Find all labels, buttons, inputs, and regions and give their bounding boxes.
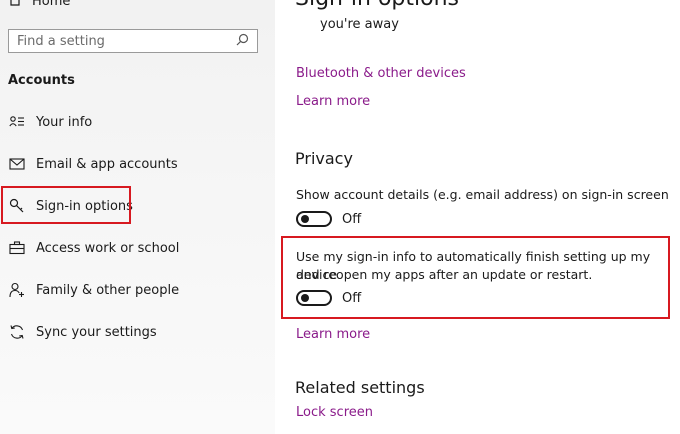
privacy-learn-more-link[interactable]: Learn more [296,327,370,342]
use-signin-highlight [281,236,670,319]
person-add-icon [8,281,26,299]
bluetooth-devices-link[interactable]: Bluetooth & other devices [296,66,466,81]
sidebar-item-your-info[interactable]: Your info [0,107,92,137]
search-icon [236,33,249,50]
sidebar-item-label: Email & app accounts [36,156,178,172]
sidebar-item-label: Access work or school [36,240,180,256]
related-settings-heading: Related settings [295,378,425,397]
mail-icon [8,155,26,173]
home-nav[interactable]: Home [8,0,70,10]
sidebar-item-family[interactable]: Family & other people [0,275,179,305]
sidebar-item-sync[interactable]: Sync your settings [0,317,157,347]
show-details-toggle[interactable] [296,211,332,227]
home-label: Home [32,0,71,9]
show-details-toggle-row: Off [296,211,361,227]
section-title: Accounts [8,73,75,88]
sidebar-item-label: Family & other people [36,282,180,298]
sidebar: Home Find a setting Accounts Your info E… [0,0,275,434]
home-icon [8,0,22,10]
away-text: you're away [320,17,399,32]
sign-in-options-highlight [1,186,131,224]
sidebar-item-label: Your info [36,114,93,130]
sync-icon [8,323,26,341]
lock-screen-link[interactable]: Lock screen [296,405,373,420]
page-title: Sign-in options [295,0,459,11]
sidebar-item-label: Sync your settings [36,324,157,340]
search-placeholder: Find a setting [17,33,105,49]
toggle-state: Off [342,211,362,227]
learn-more-link[interactable]: Learn more [296,94,370,109]
briefcase-icon [8,239,26,257]
search-input[interactable]: Find a setting [8,29,258,53]
person-list-icon [8,113,26,131]
sidebar-item-email-accounts[interactable]: Email & app accounts [0,149,178,179]
sidebar-item-access-work[interactable]: Access work or school [0,233,179,263]
toggle-knob [301,215,309,223]
privacy-heading: Privacy [295,149,353,168]
show-details-label: Show account details (e.g. email address… [296,187,669,202]
main-panel: Sign-in options you're away Bluetooth & … [275,0,680,434]
